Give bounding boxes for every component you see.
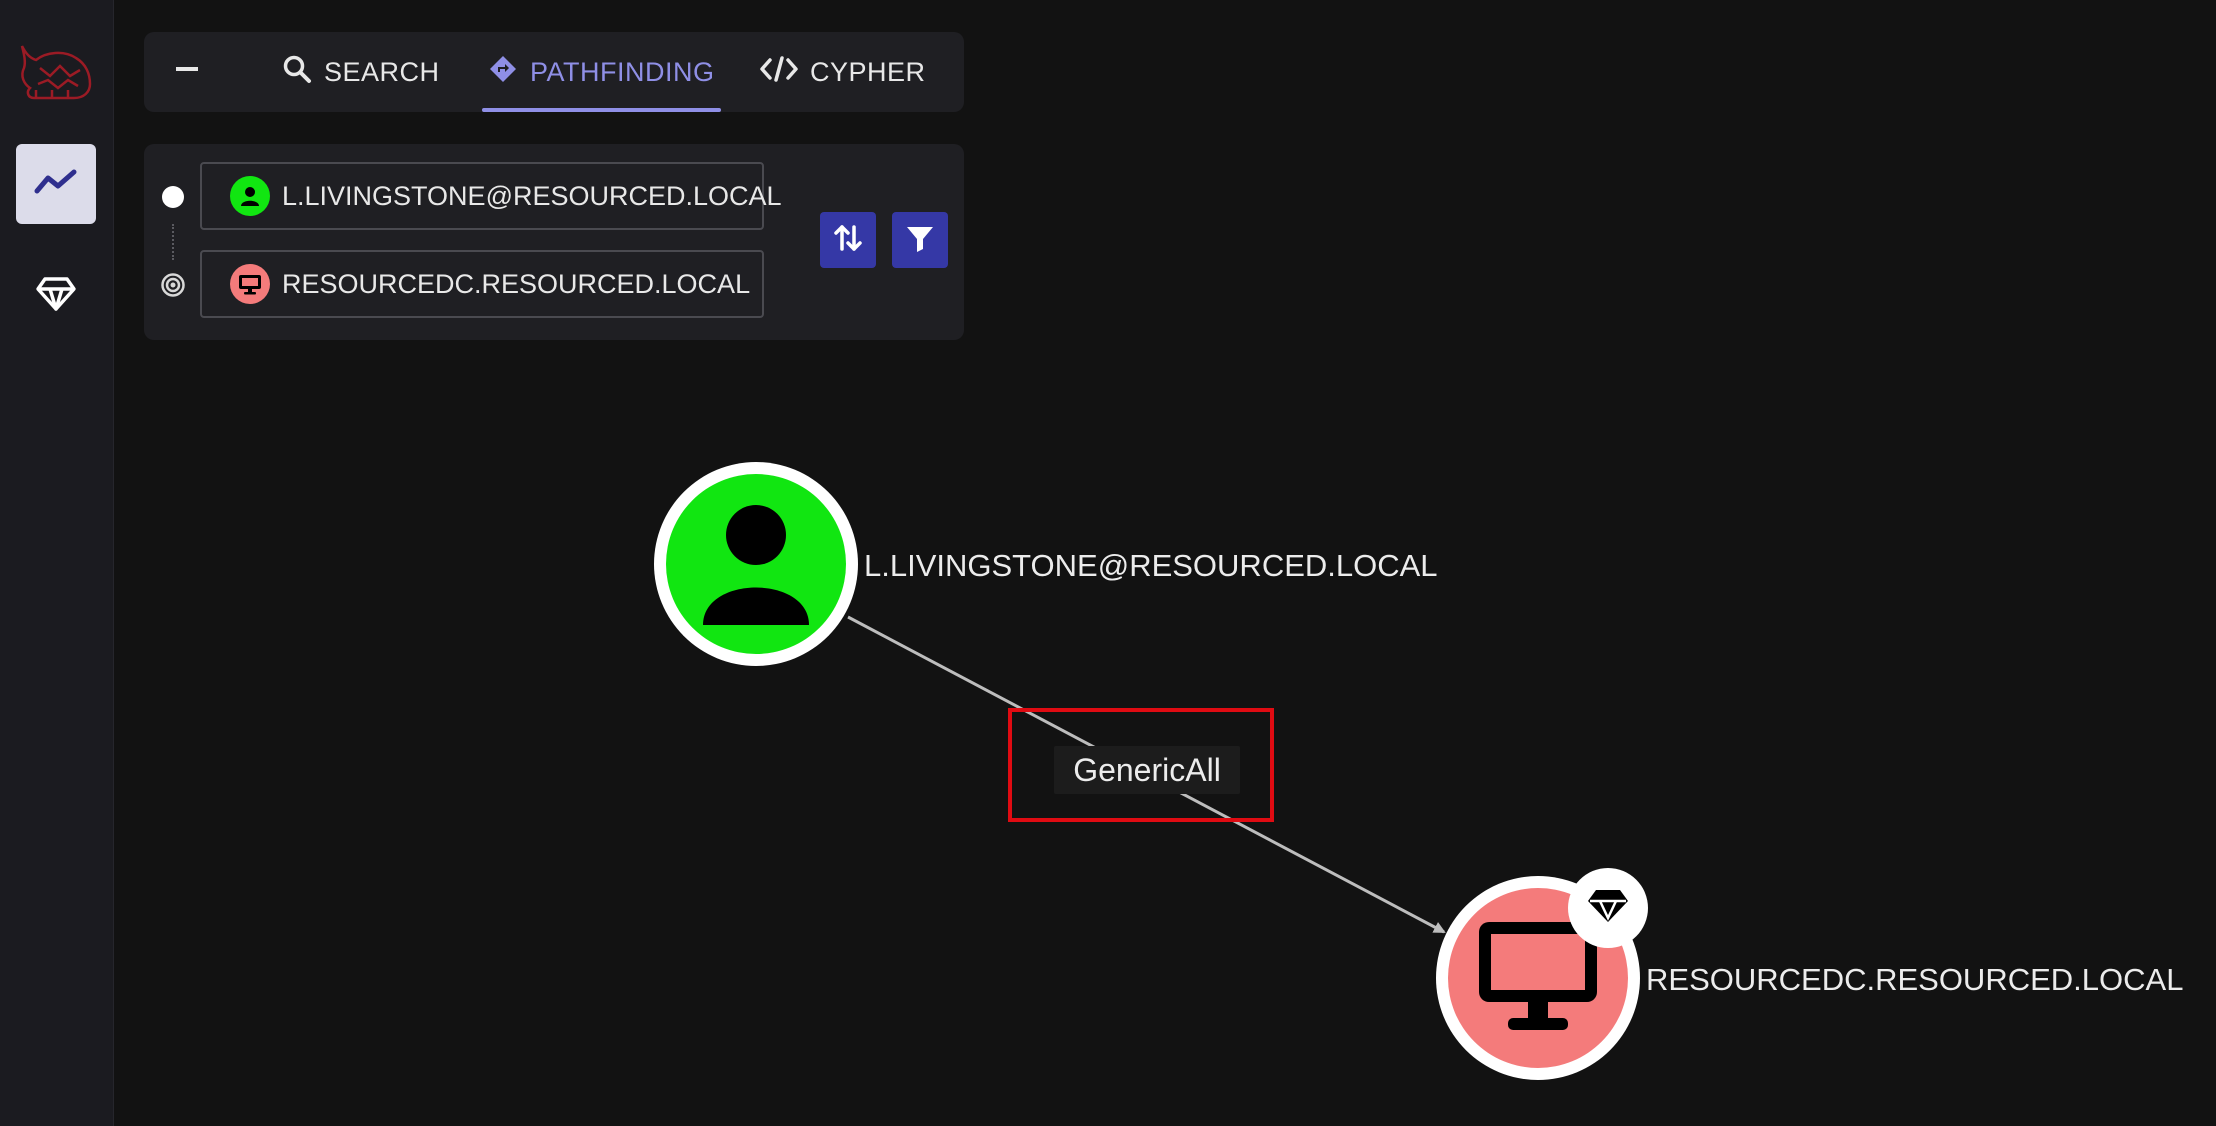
group-management-nav-button[interactable]	[16, 256, 96, 336]
swap-nodes-button[interactable]	[820, 212, 876, 268]
collapse-button[interactable]	[174, 32, 200, 112]
computer-node-label: RESOURCEDC.RESOURCED.LOCAL	[1646, 962, 2184, 997]
line-chart-icon	[34, 167, 78, 202]
search-icon	[282, 54, 312, 91]
explore-nav-button[interactable]	[16, 144, 96, 224]
annotation-highlight-box	[1008, 708, 1274, 822]
left-sidebar	[0, 0, 114, 1126]
end-node-value: RESOURCEDC.RESOURCED.LOCAL	[282, 268, 751, 299]
start-node-value: L.LIVINGSTONE@RESOURCED.LOCAL	[282, 180, 782, 211]
edge-filter-button[interactable]	[892, 212, 948, 268]
tab-pathfinding[interactable]: PATHFINDING	[482, 32, 721, 112]
end-node-target-icon	[160, 272, 186, 303]
path-connector	[172, 224, 174, 260]
end-node-input[interactable]: RESOURCEDC.RESOURCED.LOCAL	[200, 250, 764, 318]
start-node-marker-icon	[160, 184, 186, 215]
swap-vertical-icon	[832, 222, 864, 259]
user-node-icon	[691, 497, 821, 632]
gem-icon	[35, 276, 77, 317]
bloodhound-logo-icon[interactable]	[16, 40, 96, 106]
computer-icon	[230, 264, 270, 304]
gem-badge-icon	[1586, 888, 1630, 929]
tier-zero-badge	[1568, 868, 1648, 948]
minus-icon	[174, 56, 200, 89]
tab-cypher[interactable]: CYPHER	[760, 32, 926, 112]
search-tabs-panel: SEARCH PATHFINDING CYPHER	[144, 32, 964, 112]
diamond-route-icon	[488, 54, 518, 91]
tab-cypher-label: CYPHER	[810, 56, 926, 87]
user-node[interactable]	[654, 462, 858, 666]
tab-pathfinding-label: PATHFINDING	[530, 56, 715, 87]
pathfinding-panel: L.LIVINGSTONE@RESOURCED.LOCAL RESOURCEDC…	[144, 144, 964, 340]
start-node-input[interactable]: L.LIVINGSTONE@RESOURCED.LOCAL	[200, 162, 782, 230]
user-node-label: L.LIVINGSTONE@RESOURCED.LOCAL	[864, 548, 1438, 583]
tab-search[interactable]: SEARCH	[282, 32, 440, 112]
filter-icon	[905, 223, 935, 258]
code-icon	[760, 55, 798, 90]
user-icon	[230, 176, 270, 216]
tab-search-label: SEARCH	[324, 56, 440, 87]
